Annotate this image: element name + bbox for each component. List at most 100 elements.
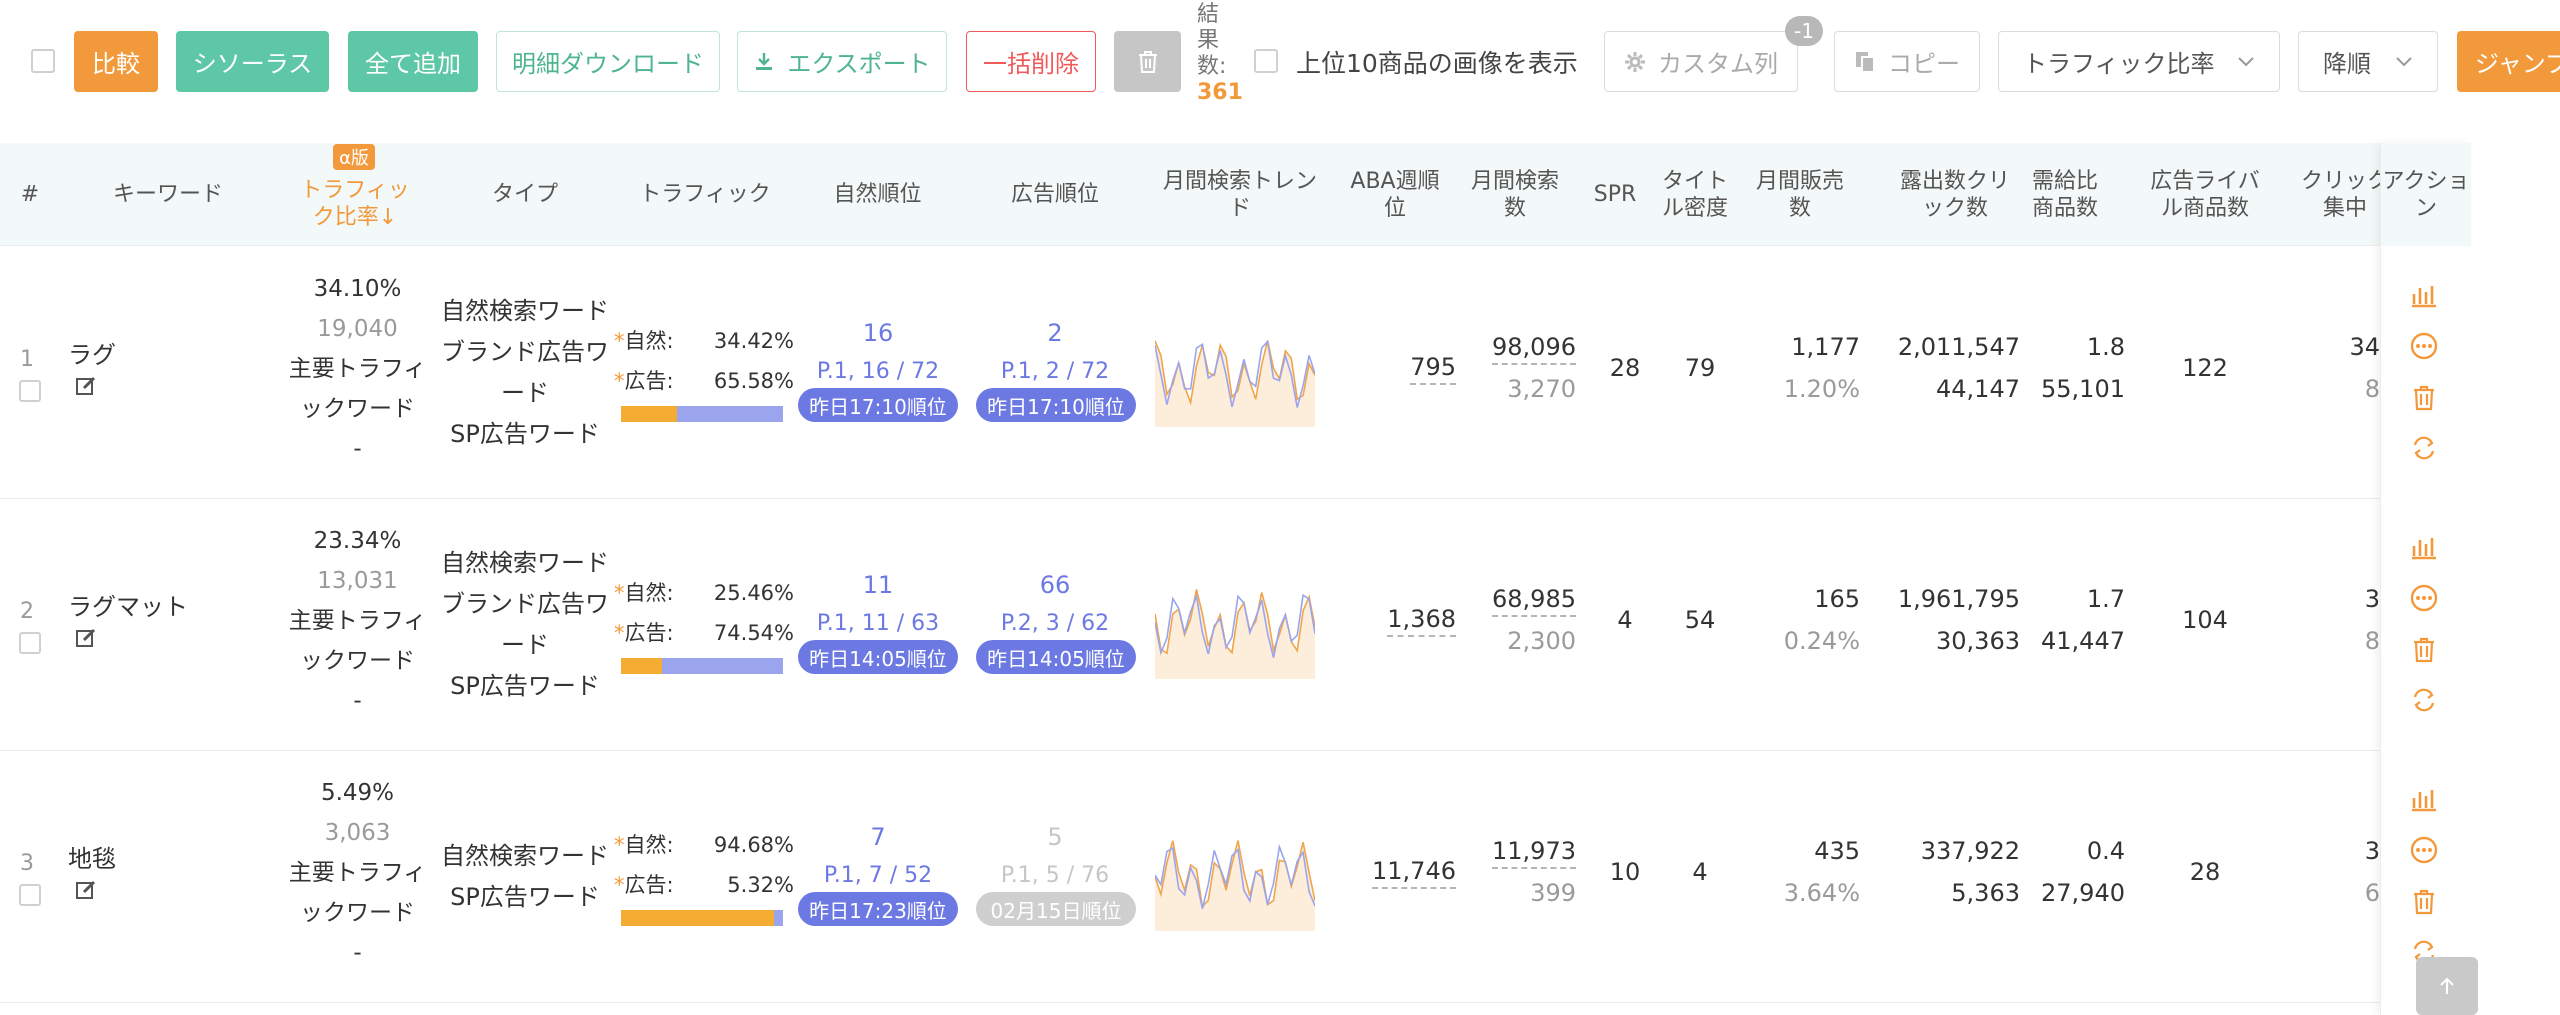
keyword-label[interactable]: ラグ xyxy=(68,335,116,370)
col-monthly-sales[interactable]: 月間販売数 xyxy=(1750,143,1850,246)
chevron-down-icon xyxy=(2238,56,2254,66)
bulk-delete-button[interactable]: 一括削除 xyxy=(966,31,1096,92)
organic-rank-page[interactable]: P.1, 7 / 52 xyxy=(790,863,966,888)
col-monthly-search[interactable]: 月間検索数 xyxy=(1465,143,1565,246)
traffic-ratio-cell: 23.34% 13,031 主要トラフィックワード - xyxy=(270,521,445,721)
title-density-value: 79 xyxy=(1684,354,1716,382)
more-icon[interactable] xyxy=(2409,331,2439,361)
col-ad-competitors[interactable]: 広告ライバル商品数 xyxy=(2140,143,2270,246)
aba-rank-cell[interactable]: 11,746 xyxy=(1350,857,1456,889)
trash-icon[interactable] xyxy=(2409,886,2439,916)
traffic-ad-label: 広告: xyxy=(624,873,674,897)
custom-columns-button[interactable]: カスタム列 xyxy=(1604,31,1798,92)
sort-order-select[interactable]: 降順 xyxy=(2298,31,2438,92)
organic-rank-value[interactable]: 11 xyxy=(790,571,966,599)
keyword-type: SP広告ワード xyxy=(450,420,600,448)
col-click-concentration[interactable]: クリック集中 xyxy=(2300,143,2390,246)
clicks-value: 30,363 xyxy=(1936,627,2020,655)
show-top10-checkbox[interactable] xyxy=(1254,49,1278,73)
chevron-down-icon xyxy=(2396,56,2412,66)
organic-rank-value[interactable]: 7 xyxy=(790,823,966,851)
col-spr[interactable]: SPR xyxy=(1580,143,1650,246)
jump-button[interactable]: ジャンプ xyxy=(2457,31,2560,92)
edit-icon[interactable] xyxy=(75,879,97,901)
monthly-sales-rate: 1.20% xyxy=(1783,375,1860,403)
aba-rank-cell[interactable]: 1,368 xyxy=(1350,605,1456,637)
scroll-top-button[interactable] xyxy=(2416,957,2478,1015)
monthly-search-sub: 399 xyxy=(1530,879,1576,907)
more-icon[interactable] xyxy=(2409,835,2439,865)
sort-field-select[interactable]: トラフィック比率 xyxy=(1998,31,2280,92)
click-conc-value: 3 xyxy=(2364,837,2380,865)
monthly-trend-sparkline[interactable] xyxy=(1155,317,1315,427)
aba-rank-cell[interactable]: 795 xyxy=(1350,353,1456,385)
refresh-icon[interactable] xyxy=(2409,685,2439,715)
col-impressions-clicks[interactable]: 露出数クリック数 xyxy=(1890,143,2020,246)
keyword-label[interactable]: ラグマット xyxy=(68,587,188,622)
keyword-label[interactable]: 地毯 xyxy=(68,839,116,874)
ad-rank-page[interactable]: P.1, 5 / 76 xyxy=(967,863,1143,888)
traffic-share-bar xyxy=(621,406,783,422)
export-button[interactable]: エクスポート xyxy=(737,31,947,92)
traffic-ratio-dash: - xyxy=(353,436,362,462)
traffic-organic-pct: 94.68% xyxy=(713,833,794,857)
monthly-search-sub: 3,270 xyxy=(1507,375,1576,403)
monthly-search-cell[interactable]: 98,096 xyxy=(1450,333,1576,365)
refresh-icon[interactable] xyxy=(2409,433,2439,463)
trash-icon[interactable] xyxy=(2409,382,2439,412)
ad-rank-value[interactable]: 5 xyxy=(967,823,1143,851)
col-supply-demand[interactable]: 需給比商品数 xyxy=(2025,143,2105,246)
trash-icon[interactable] xyxy=(2409,634,2439,664)
add-all-button[interactable]: 全て追加 xyxy=(348,31,478,92)
copy-button[interactable]: コピー xyxy=(1834,31,1980,92)
thesaurus-button[interactable]: シソーラス xyxy=(176,31,329,92)
click-conc-sub: 8 xyxy=(2364,627,2380,655)
export-label: エクスポート xyxy=(787,50,931,78)
result-count-value: 361 xyxy=(1197,80,1243,105)
more-icon[interactable] xyxy=(2409,583,2439,613)
keyword-type: ブランド広告ワード xyxy=(441,338,609,407)
result-count: 結果数: 361 xyxy=(1197,2,1243,106)
traffic-organic-label: 自然: xyxy=(624,833,674,857)
ad-rank-time: 昨日14:05順位 xyxy=(976,640,1136,674)
monthly-search-value: 11,973 xyxy=(1492,837,1576,869)
row-checkbox[interactable] xyxy=(19,632,41,654)
compare-button[interactable]: 比較 xyxy=(74,31,158,92)
col-title-density[interactable]: タイトル密度 xyxy=(1655,143,1735,246)
monthly-trend-sparkline[interactable] xyxy=(1155,821,1315,931)
edit-icon[interactable] xyxy=(75,627,97,649)
edit-icon[interactable] xyxy=(75,375,97,397)
required-mark: * xyxy=(614,581,625,605)
organic-rank-page[interactable]: P.1, 11 / 63 xyxy=(790,611,966,636)
bar-chart-icon[interactable] xyxy=(2409,280,2439,310)
keyword-type: SP広告ワード xyxy=(450,883,600,911)
bar-chart-icon[interactable] xyxy=(2409,784,2439,814)
monthly-sales-value: 435 xyxy=(1814,837,1860,865)
monthly-search-cell[interactable]: 11,973 xyxy=(1450,837,1576,869)
organic-rank-page[interactable]: P.1, 16 / 72 xyxy=(790,359,966,384)
col-organic-rank[interactable]: 自然順位 xyxy=(790,143,965,246)
col-ad-rank[interactable]: 広告順位 xyxy=(965,143,1145,246)
col-keyword[interactable]: キーワード xyxy=(68,143,268,246)
monthly-search-value: 68,985 xyxy=(1492,585,1576,617)
bar-chart-icon[interactable] xyxy=(2409,532,2439,562)
ad-rank-page[interactable]: P.2, 3 / 62 xyxy=(967,611,1143,636)
traffic-organic: *自然: 94.68% xyxy=(614,825,794,865)
delete-button[interactable] xyxy=(1114,31,1181,92)
monthly-trend-sparkline[interactable] xyxy=(1155,569,1315,679)
select-all-checkbox[interactable] xyxy=(31,49,55,73)
traffic-split: *自然: 25.46% *広告: 74.54% xyxy=(614,573,794,653)
custom-columns-badge: -1 xyxy=(1785,16,1823,46)
ad-rank-value[interactable]: 66 xyxy=(967,571,1143,599)
ad-rank-value[interactable]: 2 xyxy=(967,319,1143,347)
row-checkbox[interactable] xyxy=(19,380,41,402)
organic-rank-value[interactable]: 16 xyxy=(790,319,966,347)
clicks-value: 5,363 xyxy=(1951,879,2020,907)
traffic-organic-pct: 34.42% xyxy=(713,329,794,353)
ad-rank-page[interactable]: P.1, 2 / 72 xyxy=(967,359,1143,384)
col-aba-rank[interactable]: ABA週順位 xyxy=(1350,143,1440,246)
traffic-share-fill xyxy=(621,658,663,674)
row-checkbox[interactable] xyxy=(19,884,41,906)
monthly-search-cell[interactable]: 68,985 xyxy=(1450,585,1576,617)
detail-download-button[interactable]: 明細ダウンロード xyxy=(496,31,720,92)
